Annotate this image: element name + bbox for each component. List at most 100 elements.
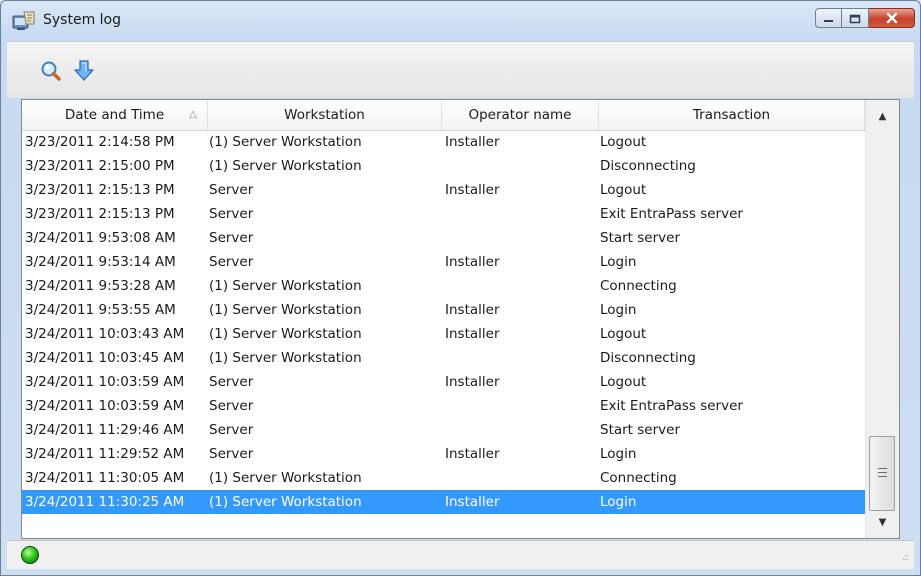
download-arrow-icon	[72, 59, 96, 87]
table-row[interactable]: 3/23/2011 2:15:13 PM Server Exit EntraPass…	[22, 202, 865, 226]
table-row[interactable]: 3/24/2011 11:30:05 AM (1) Server Workstat…	[22, 466, 865, 490]
magnifier-icon	[39, 59, 63, 87]
cell-workstation: (1) Server Workstation	[209, 326, 362, 342]
cell-transaction: Start server	[600, 422, 681, 438]
minimize-icon	[823, 9, 835, 28]
cell-transaction: Logout	[600, 326, 647, 342]
cell-date-and-time: 3/24/2011 11:29:52 AM	[25, 446, 185, 462]
cell-workstation: (1) Server Workstation	[209, 278, 362, 294]
table-row[interactable]: 3/24/2011 9:53:14 AM Server Installer Login	[22, 250, 865, 274]
connection-status-led-icon	[21, 546, 39, 564]
cell-workstation: Server	[209, 206, 254, 222]
system-log-table[interactable]: Date and Time △ Workstation Operator nam…	[21, 99, 900, 539]
column-header-date-and-time[interactable]: Date and Time △	[22, 100, 208, 130]
cell-workstation: Server	[209, 374, 254, 390]
thumb-grip-line	[878, 476, 887, 477]
cell-date-and-time: 3/23/2011 2:15:13 PM	[25, 206, 175, 222]
cell-workstation: (1) Server Workstation	[209, 302, 362, 318]
cell-operator-name: Installer	[445, 254, 500, 270]
cell-workstation: (1) Server Workstation	[209, 134, 362, 150]
close-icon	[885, 9, 899, 28]
cell-date-and-time: 3/23/2011 2:15:13 PM	[25, 182, 175, 198]
table-row[interactable]: 3/24/2011 10:03:59 AM Server Exit EntraPas…	[22, 394, 865, 418]
cell-date-and-time: 3/24/2011 9:53:08 AM	[25, 230, 176, 246]
system-log-app-icon[interactable]	[12, 10, 36, 32]
cell-date-and-time: 3/23/2011 2:14:58 PM	[25, 134, 175, 150]
cell-operator-name: Installer	[445, 446, 500, 462]
column-header-workstation[interactable]: Workstation	[208, 100, 442, 130]
cell-transaction: Connecting	[600, 470, 677, 486]
scroll-down-button[interactable]: ▼	[866, 510, 899, 534]
cell-operator-name: Installer	[445, 302, 500, 318]
table-row[interactable]: 3/24/2011 9:53:55 AM (1) Server Workstati…	[22, 298, 865, 322]
table-row[interactable]: 3/24/2011 11:29:46 AM Server Start server	[22, 418, 865, 442]
thumb-grip-line	[878, 468, 887, 469]
cell-date-and-time: 3/24/2011 10:03:43 AM	[25, 326, 185, 342]
cell-transaction: Disconnecting	[600, 158, 696, 174]
scroll-up-button[interactable]: ▲	[866, 104, 899, 128]
minimize-button[interactable]	[815, 8, 842, 28]
cell-transaction: Logout	[600, 182, 647, 198]
cell-transaction: Login	[600, 254, 637, 270]
cell-date-and-time: 3/23/2011 2:15:00 PM	[25, 158, 175, 174]
cell-transaction: Connecting	[600, 278, 677, 294]
cell-transaction: Logout	[600, 134, 647, 150]
cell-date-and-time: 3/24/2011 11:30:05 AM	[25, 470, 185, 486]
table-row[interactable]: 3/24/2011 9:53:28 AM (1) Server Workstati…	[22, 274, 865, 298]
window-title: System log	[43, 12, 121, 28]
cell-workstation: Server	[209, 398, 254, 414]
cell-transaction: Start server	[600, 230, 681, 246]
table-row[interactable]: 3/24/2011 11:29:52 AM Server Installer Logi…	[22, 442, 865, 466]
system-log-window: System log Date and Time △ Workstation O…	[0, 0, 921, 576]
cell-date-and-time: 3/24/2011 10:03:59 AM	[25, 398, 185, 414]
maximize-icon	[849, 9, 861, 28]
title-bar[interactable]: System log	[1, 1, 920, 41]
cell-operator-name: Installer	[445, 374, 500, 390]
table-row[interactable]: 3/24/2011 10:03:45 AM (1) Server Workstat…	[22, 346, 865, 370]
toolbar	[7, 41, 914, 98]
table-row[interactable]: 3/24/2011 11:30:25 AM (1) Server Workstat…	[22, 490, 865, 514]
table-row[interactable]: 3/23/2011 2:15:13 PM Server Installer Logou…	[22, 178, 865, 202]
table-row[interactable]: 3/24/2011 10:03:59 AM Server Installer Logo…	[22, 370, 865, 394]
sort-ascending-icon: △	[189, 109, 197, 120]
cell-workstation: (1) Server Workstation	[209, 158, 362, 174]
table-header: Date and Time △ Workstation Operator nam…	[22, 100, 898, 131]
column-header-label: Operator name	[468, 107, 572, 123]
table-row[interactable]: 3/23/2011 2:15:00 PM (1) Server Workstati…	[22, 154, 865, 178]
cell-date-and-time: 3/24/2011 11:29:46 AM	[25, 422, 185, 438]
table-row[interactable]: 3/24/2011 9:53:08 AM Server Start server	[22, 226, 865, 250]
cell-transaction: Disconnecting	[600, 350, 696, 366]
table-row[interactable]: 3/24/2011 10:03:43 AM (1) Server Workstat…	[22, 322, 865, 346]
cell-workstation: Server	[209, 182, 254, 198]
cell-date-and-time: 3/24/2011 10:03:59 AM	[25, 374, 185, 390]
resize-grip-icon[interactable]: .::	[902, 553, 909, 563]
column-header-label: Date and Time	[64, 107, 165, 123]
export-button[interactable]	[71, 60, 97, 86]
cell-date-and-time: 3/24/2011 10:03:45 AM	[25, 350, 185, 366]
cell-workstation: (1) Server Workstation	[209, 350, 362, 366]
cell-date-and-time: 3/24/2011 9:53:28 AM	[25, 278, 176, 294]
cell-operator-name: Installer	[445, 182, 500, 198]
column-header-transaction[interactable]: Transaction	[599, 100, 865, 130]
cell-transaction: Login	[600, 302, 637, 318]
cell-workstation: Server	[209, 230, 254, 246]
vertical-scrollbar[interactable]: ▲ ▼	[865, 100, 899, 538]
close-button[interactable]	[869, 8, 915, 28]
column-header-label: Workstation	[284, 107, 365, 123]
cell-workstation: (1) Server Workstation	[209, 470, 362, 486]
cell-workstation: Server	[209, 446, 254, 462]
cell-operator-name: Installer	[445, 134, 500, 150]
scrollbar-thumb[interactable]	[869, 436, 895, 511]
cell-transaction: Login	[600, 494, 637, 510]
cell-workstation: Server	[209, 254, 254, 270]
search-button[interactable]	[38, 60, 64, 86]
column-header-label: Transaction	[692, 107, 771, 123]
maximize-button[interactable]	[842, 8, 869, 28]
cell-date-and-time: 3/24/2011 9:53:14 AM	[25, 254, 176, 270]
cell-transaction: Login	[600, 446, 637, 462]
column-header-operator-name[interactable]: Operator name	[442, 100, 599, 130]
window-controls	[815, 8, 915, 30]
cell-transaction: Logout	[600, 374, 647, 390]
scroll-down-arrow-icon: ▼	[878, 516, 887, 528]
table-row[interactable]: 3/23/2011 2:14:58 PM (1) Server Workstati…	[22, 130, 865, 154]
